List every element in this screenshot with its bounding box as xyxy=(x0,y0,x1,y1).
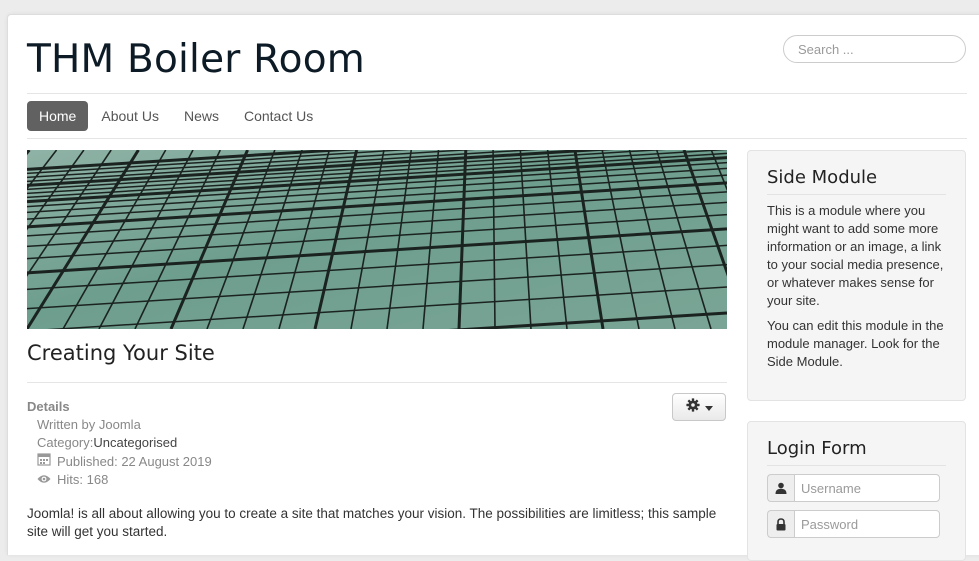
site-title[interactable]: THM Boiler Room xyxy=(27,37,365,82)
category-label: Category: xyxy=(37,435,94,450)
article-tools-button[interactable] xyxy=(672,393,726,421)
nav-item-about-us[interactable]: About Us xyxy=(89,101,171,131)
page-container: THM Boiler Room Home About Us News Conta… xyxy=(7,14,979,561)
side-module-text-2: You can edit this module in the module m… xyxy=(767,318,944,369)
main-nav: Home About Us News Contact Us xyxy=(27,101,326,131)
article-divider xyxy=(27,382,727,383)
nav-item-news[interactable]: News xyxy=(172,101,231,131)
header-divider xyxy=(27,93,967,94)
details-label: Details xyxy=(27,399,70,414)
gear-icon xyxy=(685,397,700,417)
article-published: Published: 22 August 2019 xyxy=(27,452,212,471)
login-form-title: Login Form xyxy=(767,438,946,466)
side-module-title: Side Module xyxy=(767,167,946,195)
article-title[interactable]: Creating Your Site xyxy=(27,341,215,365)
lock-icon xyxy=(767,510,794,538)
article-intro: Joomla! is all about allowing you to cre… xyxy=(27,506,717,539)
password-input[interactable] xyxy=(794,510,940,538)
side-module-text-1: This is a module where you might want to… xyxy=(767,203,944,308)
published-text: Published: 22 August 2019 xyxy=(57,453,212,469)
category-link[interactable]: Uncategorised xyxy=(93,434,177,452)
search-input[interactable] xyxy=(783,35,966,63)
hits-text: Hits: 168 xyxy=(57,472,109,487)
author-text: Written by Joomla xyxy=(37,417,141,432)
nav-divider xyxy=(27,138,967,139)
article-details: Details Written by Joomla Category: Unca… xyxy=(27,398,212,489)
nav-item-contact-us[interactable]: Contact Us xyxy=(232,101,325,131)
article-category: Category: Uncategorised xyxy=(27,434,212,452)
article-author: Written by Joomla xyxy=(27,416,212,434)
caret-down-icon xyxy=(704,398,713,416)
side-module: Side Module This is a module where you m… xyxy=(747,150,966,401)
password-field xyxy=(767,510,946,538)
eye-icon xyxy=(37,471,51,489)
calendar-icon xyxy=(37,452,51,471)
username-field xyxy=(767,474,946,502)
user-icon xyxy=(767,474,794,502)
nav-item-home[interactable]: Home xyxy=(27,101,89,131)
article-hits: Hits: 168 xyxy=(27,471,212,489)
banner-image xyxy=(27,150,727,329)
login-module: Login Form xyxy=(747,421,966,561)
username-input[interactable] xyxy=(794,474,940,502)
